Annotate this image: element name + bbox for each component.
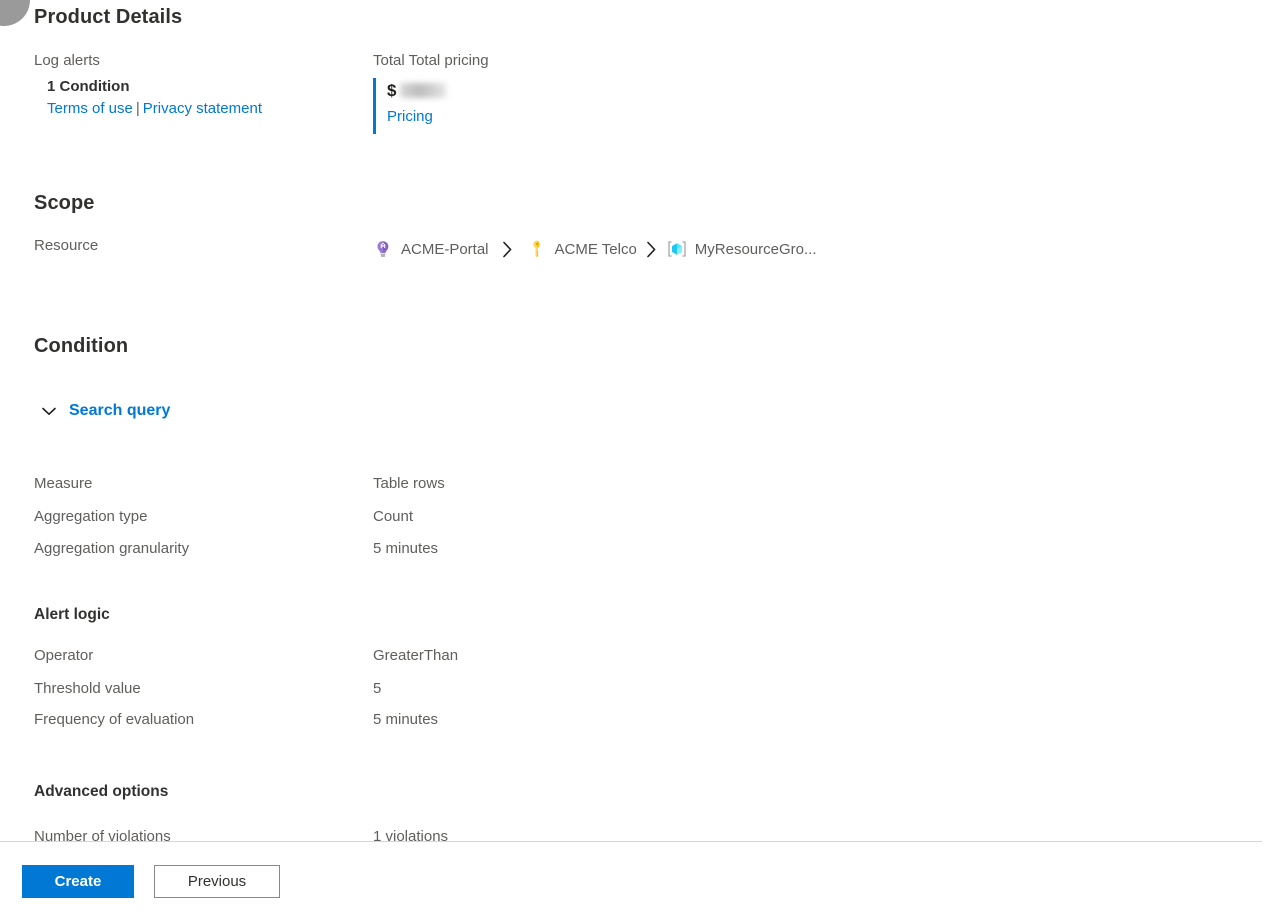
row-measure-key: Measure bbox=[34, 475, 93, 492]
breadcrumb-label-subscription: ACME Telco bbox=[554, 240, 637, 258]
row-aggregation-granularity: Aggregation granularity 5 minutes bbox=[34, 540, 1234, 562]
alert-logic-heading: Alert logic bbox=[34, 606, 110, 623]
search-query-label: Search query bbox=[69, 402, 171, 419]
scope-resource-row: Resource ACME-Portal ACME Telco MyResour… bbox=[34, 236, 1264, 262]
search-query-toggle[interactable]: Search query bbox=[38, 400, 170, 422]
condition-count-value: 1 Condition bbox=[47, 78, 130, 95]
total-pricing-column: Total Total pricing $ Pricing bbox=[373, 52, 703, 134]
row-measure: Measure Table rows bbox=[34, 475, 1234, 497]
row-aggregation-type-key: Aggregation type bbox=[34, 508, 148, 525]
condition-heading: Condition bbox=[34, 335, 129, 357]
row-threshold-value-value: 5 bbox=[373, 680, 382, 697]
breadcrumb-label-tenant: ACME-Portal bbox=[401, 240, 489, 258]
resource-group-cube-icon bbox=[667, 239, 687, 259]
tenant-bulb-icon bbox=[373, 239, 393, 259]
product-details-links: Terms of use | Privacy statement bbox=[34, 100, 364, 118]
pricing-link[interactable]: Pricing bbox=[387, 108, 703, 125]
scope-breadcrumb: ACME-Portal ACME Telco MyResourceGro... bbox=[373, 236, 817, 262]
row-number-of-violations-key: Number of violations bbox=[34, 828, 171, 841]
row-operator-value: GreaterThan bbox=[373, 647, 459, 664]
breadcrumb-item-subscription[interactable]: ACME Telco bbox=[527, 236, 637, 262]
total-pricing-column-title: Total Total pricing bbox=[373, 52, 489, 69]
redacted-price-value bbox=[400, 82, 447, 98]
review-create-content: Product Details Log alerts 1 Condition T… bbox=[0, 0, 1287, 841]
resource-label: Resource bbox=[34, 237, 99, 254]
row-frequency-of-evaluation-key: Frequency of evaluation bbox=[34, 711, 195, 728]
currency-symbol: $ bbox=[387, 80, 397, 100]
row-number-of-violations: Number of violations 1 violations bbox=[34, 828, 1234, 841]
product-details-heading: Product Details bbox=[34, 6, 183, 28]
privacy-statement-link[interactable]: Privacy statement bbox=[143, 100, 262, 117]
row-frequency-of-evaluation: Frequency of evaluation 5 minutes bbox=[34, 711, 1234, 733]
row-aggregation-granularity-value: 5 minutes bbox=[373, 540, 439, 557]
row-aggregation-type-value: Count bbox=[373, 508, 414, 525]
previous-button[interactable]: Previous bbox=[154, 865, 280, 898]
log-alerts-column: Log alerts 1 Condition Terms of use | Priv… bbox=[34, 52, 364, 118]
row-operator: Operator GreaterThan bbox=[34, 647, 1234, 669]
log-alerts-column-title: Log alerts bbox=[34, 52, 100, 69]
row-number-of-violations-value: 1 violations bbox=[373, 828, 449, 841]
footer-action-bar: Create Previous bbox=[0, 842, 1287, 915]
chevron-down-icon bbox=[38, 400, 69, 422]
subscription-key-icon bbox=[527, 239, 547, 259]
price-amount-row: $ bbox=[387, 78, 703, 102]
terms-of-use-link[interactable]: Terms of use bbox=[47, 100, 133, 117]
breadcrumb-item-tenant[interactable]: ACME-Portal bbox=[373, 236, 489, 262]
row-threshold-value: Threshold value 5 bbox=[34, 680, 1234, 702]
row-measure-value: Table rows bbox=[373, 475, 445, 492]
pricing-callout: $ Pricing bbox=[373, 78, 703, 134]
advanced-options-heading: Advanced options bbox=[34, 783, 169, 800]
breadcrumb-chevron-icon-2 bbox=[637, 241, 667, 258]
breadcrumb-label-resource-group: MyResourceGro... bbox=[694, 240, 817, 258]
scope-heading: Scope bbox=[34, 192, 95, 214]
breadcrumb-item-resource-group[interactable]: MyResourceGro... bbox=[667, 236, 817, 262]
create-button[interactable]: Create bbox=[22, 865, 134, 898]
links-separator: | bbox=[135, 100, 140, 117]
row-aggregation-granularity-key: Aggregation granularity bbox=[34, 540, 190, 557]
row-threshold-value-key: Threshold value bbox=[34, 680, 141, 697]
row-frequency-of-evaluation-value: 5 minutes bbox=[373, 711, 439, 728]
row-aggregation-type: Aggregation type Count bbox=[34, 508, 1234, 530]
breadcrumb-chevron-icon-1 bbox=[489, 241, 527, 258]
row-operator-key: Operator bbox=[34, 647, 94, 664]
